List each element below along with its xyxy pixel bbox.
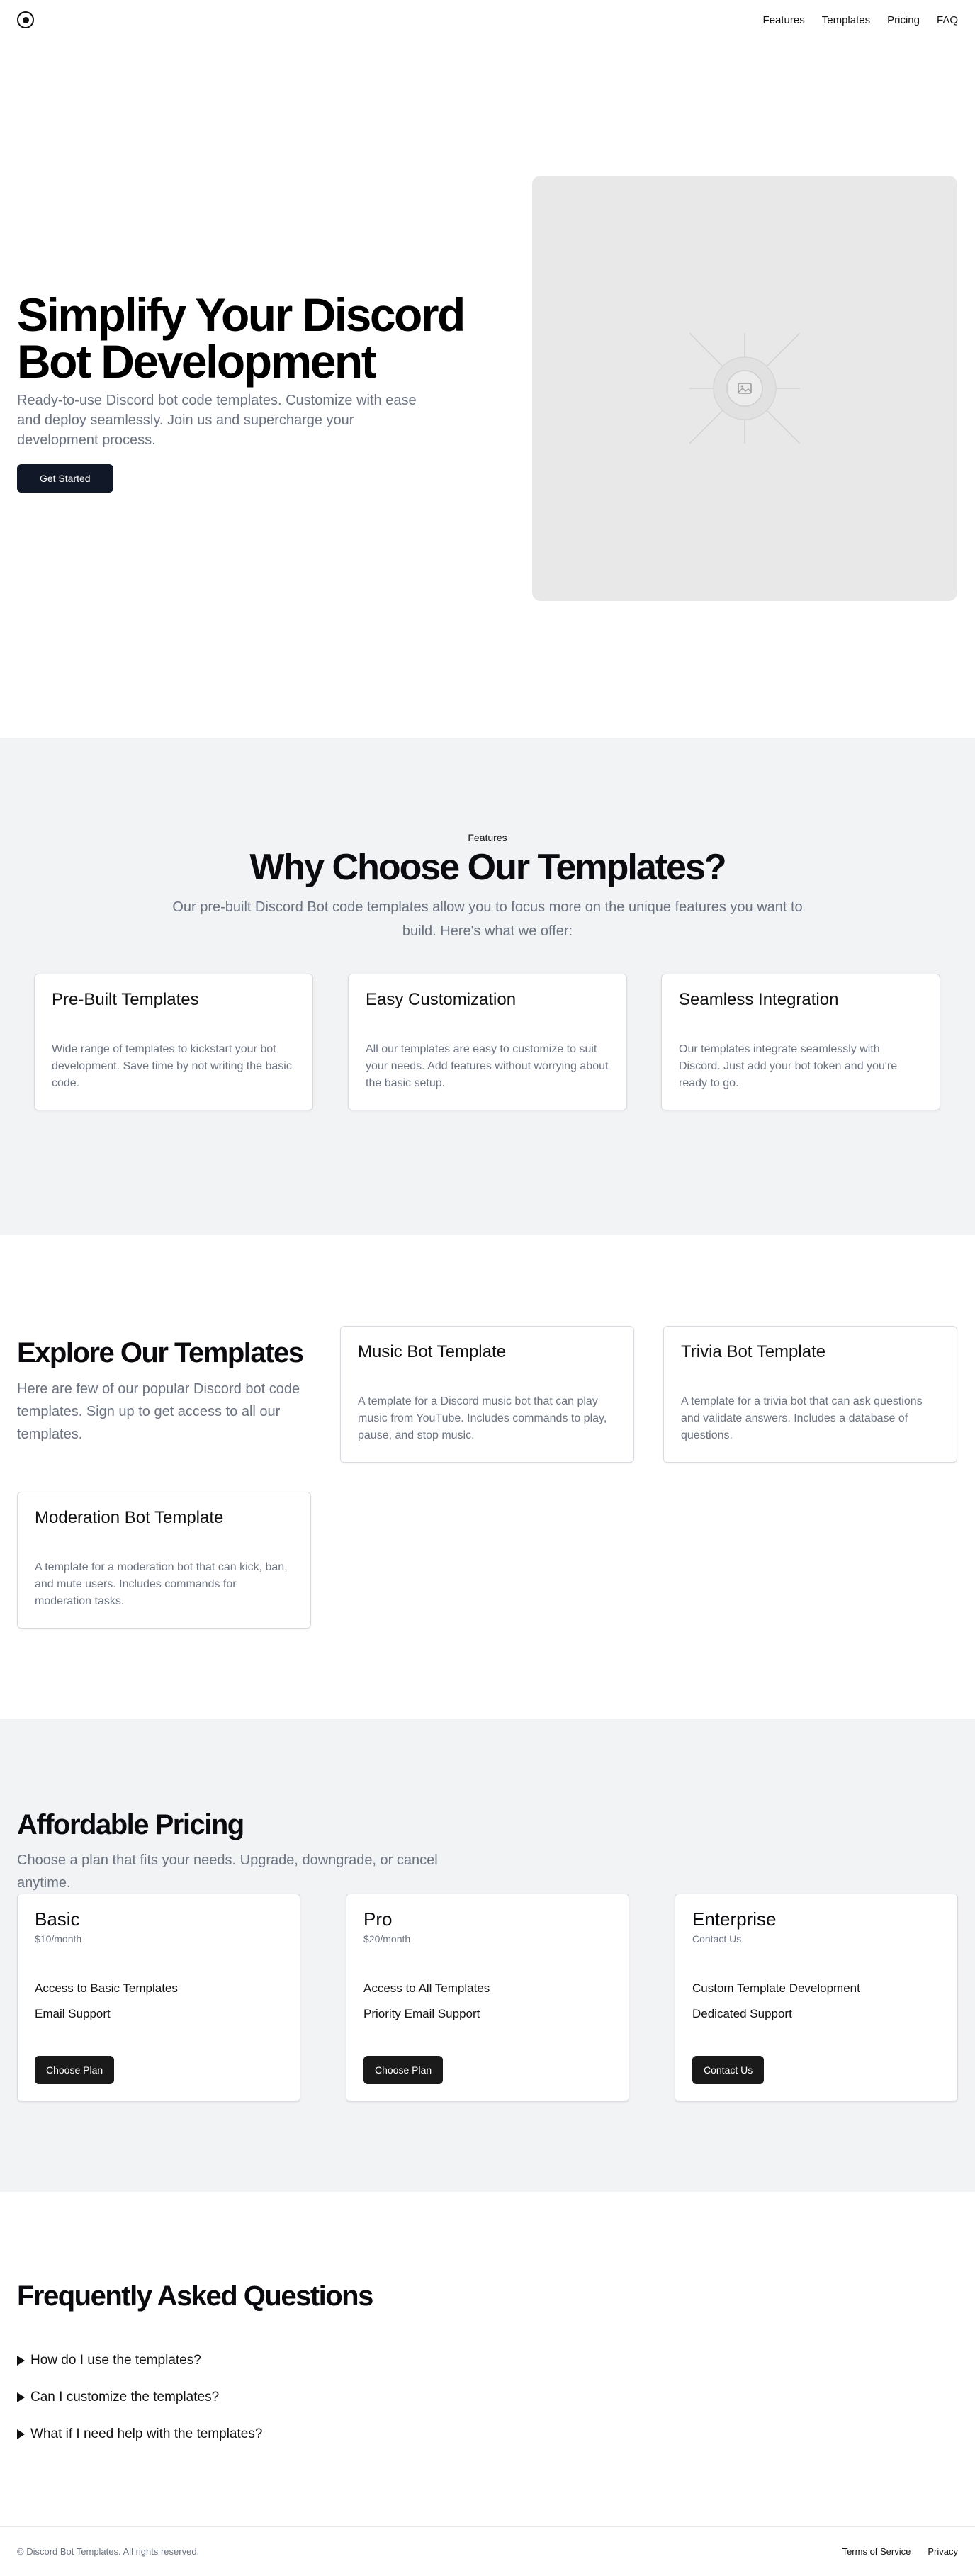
privacy-link[interactable]: Privacy [928, 2546, 958, 2557]
features-section: Features Why Choose Our Templates? Our p… [0, 738, 975, 1235]
plan-features: Custom Template Development Dedicated Su… [692, 1976, 940, 2027]
pricing-title: Affordable Pricing [17, 1809, 244, 1840]
get-started-button[interactable]: Get Started [17, 464, 113, 493]
disclosure-triangle-icon [17, 2356, 25, 2366]
feature-card-title: Pre-Built Templates [52, 990, 199, 1009]
pricing-card-pro: Pro $20/month Access to All Templates Pr… [346, 1894, 629, 2102]
template-card-title: Music Bot Template [358, 1342, 506, 1361]
template-card[interactable]: Trivia Bot Template A template for a tri… [663, 1326, 957, 1463]
plan-features: Access to All Templates Priority Email S… [363, 1976, 612, 2027]
plan-name: Enterprise [692, 1908, 777, 1930]
plan-feature: Email Support [35, 2007, 111, 2020]
template-card[interactable]: Moderation Bot Template A template for a… [17, 1492, 311, 1629]
plan-feature: Access to Basic Templates [35, 1981, 178, 1995]
main-nav: Features Templates Pricing FAQ [763, 14, 958, 26]
faq-item[interactable]: How do I use the templates? [17, 2342, 262, 2379]
hero-subtitle: Ready-to-use Discord bot code templates.… [17, 393, 417, 448]
templates-title: Explore Our Templates [17, 1337, 304, 1368]
hero-image-placeholder [532, 176, 957, 601]
site-footer: © Discord Bot Templates. All rights rese… [0, 2526, 975, 2576]
plan-price: Contact Us [692, 1933, 742, 1945]
features-eyebrow: Features [468, 832, 507, 843]
faq-item[interactable]: What if I need help with the templates? [17, 2416, 262, 2453]
plan-price: $10/month [35, 1933, 82, 1945]
footer-links: Terms of Service Privacy [842, 2546, 958, 2557]
faq-section: Frequently Asked Questions How do I use … [0, 2192, 975, 2526]
template-card-desc: A template for a trivia bot that can ask… [681, 1395, 923, 1441]
template-card-title: Trivia Bot Template [681, 1342, 826, 1361]
feature-card: Seamless Integration Our templates integ… [661, 974, 940, 1110]
footer-copyright: © Discord Bot Templates. All rights rese… [17, 2546, 200, 2557]
template-card-desc: A template for a Discord music bot that … [358, 1395, 607, 1441]
hero-section: Simplify Your Discord Bot Development Re… [0, 40, 975, 738]
template-card-desc: A template for a moderation bot that can… [35, 1561, 288, 1607]
templates-subtitle: Here are few of our popular Discord bot … [17, 1381, 300, 1442]
features-title: Why Choose Our Templates? [249, 847, 726, 888]
plan-feature: Custom Template Development [692, 1981, 860, 1995]
template-card[interactable]: Music Bot Template A template for a Disc… [340, 1326, 634, 1463]
feature-card: Easy Customization All our templates are… [348, 974, 627, 1110]
faq-title: Frequently Asked Questions [17, 2280, 373, 2312]
hero-title: Simplify Your Discord Bot Development [17, 288, 466, 388]
pricing-card-enterprise: Enterprise Contact Us Custom Template De… [675, 1894, 958, 2102]
feature-card-desc: Our templates integrate seamlessly with … [679, 1043, 898, 1089]
features-subtitle: Our pre-built Discord Bot code templates… [172, 899, 803, 939]
plan-features: Access to Basic Templates Email Support [35, 1976, 283, 2027]
plan-feature: Dedicated Support [692, 2007, 792, 2020]
nav-features[interactable]: Features [763, 14, 805, 26]
faq-question: How do I use the templates? [30, 2353, 201, 2368]
logo-icon[interactable] [17, 11, 34, 28]
faq-list: How do I use the templates? Can I custom… [17, 2342, 262, 2453]
plan-feature: Priority Email Support [363, 2007, 480, 2020]
hero-content: Simplify Your Discord Bot Development Re… [17, 291, 513, 493]
plan-name: Pro [363, 1908, 393, 1930]
feature-card-title: Easy Customization [366, 990, 517, 1009]
nav-templates[interactable]: Templates [822, 14, 870, 26]
pricing-subtitle: Choose a plan that fits your needs. Upgr… [17, 1852, 438, 1891]
feature-card-desc: Wide range of templates to kickstart you… [52, 1043, 292, 1089]
choose-plan-button[interactable]: Choose Plan [35, 2056, 115, 2084]
templates-section: Explore Our Templates Here are few of ou… [0, 1235, 975, 1719]
nav-pricing[interactable]: Pricing [887, 14, 920, 26]
pricing-section: Affordable Pricing Choose a plan that fi… [0, 1719, 975, 2192]
choose-plan-button[interactable]: Choose Plan [363, 2056, 444, 2084]
faq-question: What if I need help with the templates? [30, 2426, 263, 2441]
feature-card: Pre-Built Templates Wide range of templa… [34, 974, 313, 1110]
image-placeholder-icon [689, 333, 800, 444]
plan-name: Basic [35, 1908, 80, 1930]
contact-us-button[interactable]: Contact Us [692, 2056, 765, 2084]
pricing-card-basic: Basic $10/month Access to Basic Template… [17, 1894, 300, 2102]
faq-question: Can I customize the templates? [30, 2390, 220, 2405]
faq-item[interactable]: Can I customize the templates? [17, 2379, 262, 2416]
template-card-title: Moderation Bot Template [35, 1508, 224, 1527]
site-header: Features Templates Pricing FAQ [0, 0, 975, 40]
plan-price: $20/month [363, 1933, 411, 1945]
terms-of-service-link[interactable]: Terms of Service [842, 2546, 911, 2557]
feature-card-title: Seamless Integration [679, 990, 839, 1009]
disclosure-triangle-icon [17, 2392, 25, 2402]
nav-faq[interactable]: FAQ [937, 14, 958, 26]
plan-feature: Access to All Templates [363, 1981, 490, 1995]
feature-card-desc: All our templates are easy to customize … [366, 1043, 609, 1089]
disclosure-triangle-icon [17, 2429, 25, 2439]
